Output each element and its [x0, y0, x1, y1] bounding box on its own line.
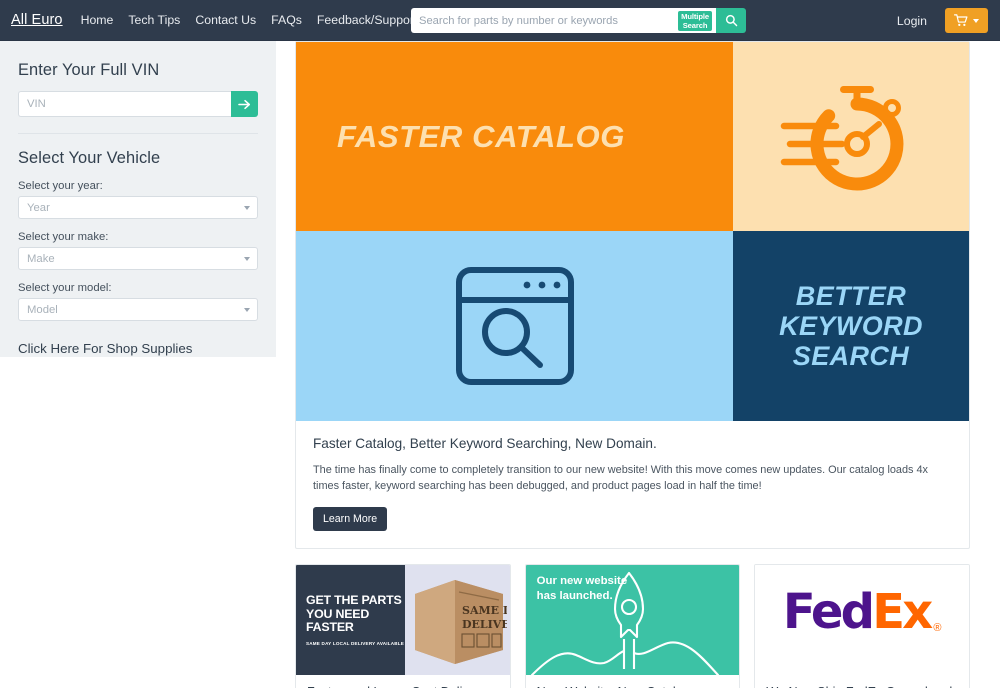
nav-item-contact-us[interactable]: Contact Us	[195, 13, 256, 27]
news-card-grid: GET THE PARTS YOU NEED FASTER SAME DAY L…	[295, 564, 970, 688]
featured-announcement-card: FASTER CATALOG BETTER KEYWORD SEARCH Fas…	[295, 41, 970, 549]
cart-button[interactable]	[945, 8, 988, 33]
model-select[interactable]: Model	[18, 298, 258, 321]
fedex-logo: FedEx ®	[783, 588, 942, 636]
chevron-down-icon	[973, 18, 979, 23]
year-select-value: Year	[27, 201, 50, 214]
login-link[interactable]: Login	[897, 14, 927, 28]
fedex-logo-ex: Ex	[872, 584, 933, 640]
hero-panel-faster-catalog: FASTER CATALOG	[296, 42, 733, 231]
chevron-down-icon	[244, 257, 250, 261]
hero-panel-stopwatch	[733, 42, 969, 231]
box-text-line2: DELIVERY	[462, 618, 507, 631]
chevron-down-icon	[244, 206, 250, 210]
hero-navy-line2: KEYWORD	[779, 311, 923, 341]
top-navbar: All Euro Home Tech Tips Contact Us FAQs …	[0, 0, 1000, 41]
delivery-box-photo: SAME DAY DELIVERY	[404, 565, 510, 675]
browser-search-icon	[455, 267, 574, 385]
box-text-line1: SAME DAY	[462, 604, 507, 617]
year-select[interactable]: Year	[18, 196, 258, 219]
rocket-launch-icon	[530, 571, 719, 675]
make-label: Select your make:	[18, 231, 109, 243]
hero-banner[interactable]: FASTER CATALOG BETTER KEYWORD SEARCH	[296, 42, 969, 421]
card-image-fedex: FedEx ®	[755, 565, 969, 675]
card-fedex[interactable]: FedEx® We Now Ship FedEx Ground and	[754, 564, 970, 688]
card-image-faster-delivery: GET THE PARTS YOU NEED FASTER SAME DAY L…	[296, 565, 510, 675]
search-button[interactable]	[716, 8, 746, 33]
navbar-right: Login	[897, 0, 988, 41]
card-body-fedex: We Now Ship FedEx Ground and	[755, 675, 969, 688]
chevron-down-icon	[244, 308, 250, 312]
announcement-body: The time has finally come to completely …	[313, 464, 929, 492]
make-select[interactable]: Make	[18, 247, 258, 270]
shop-supplies-link[interactable]: Click Here For Shop Supplies	[18, 341, 258, 356]
vin-heading: Enter Your Full VIN	[18, 61, 160, 79]
page-body: Enter Your Full VIN Select Your Vehicle …	[0, 41, 1000, 688]
multiple-search-line2: Search	[682, 20, 708, 30]
hero-panel-better-keyword-search: BETTER KEYWORD SEARCH	[733, 231, 969, 421]
card-faster-delivery[interactable]: GET THE PARTS YOU NEED FASTER SAME DAY L…	[295, 564, 511, 688]
model-select-value: Model	[27, 303, 58, 316]
learn-more-button[interactable]: Learn More	[313, 507, 388, 531]
search-input[interactable]	[411, 8, 716, 33]
delivery-promo-subtext: SAME DAY LOCAL DELIVERY AVAILABLE	[306, 640, 405, 646]
vehicle-selector-sidebar: Enter Your Full VIN Select Your Vehicle …	[0, 41, 276, 357]
vin-submit-button[interactable]	[231, 91, 258, 117]
card-image-new-website: Our new website has launched.	[525, 565, 740, 675]
search-field: Multiple Search	[411, 8, 716, 33]
hero-navy-line3: SEARCH	[792, 341, 910, 371]
sidebar-column: Enter Your Full VIN Select Your Vehicle …	[0, 41, 276, 688]
make-select-value: Make	[27, 252, 55, 265]
hero-faster-catalog-text: FASTER CATALOG	[337, 118, 625, 154]
sidebar-divider	[18, 133, 258, 134]
multiple-search-badge[interactable]: Multiple Search	[678, 10, 712, 31]
stopwatch-icon	[780, 85, 904, 190]
nav-item-tech-tips[interactable]: Tech Tips	[128, 13, 180, 27]
delivery-promo-line2: YOU NEED FASTER	[306, 606, 370, 635]
announcement-article: Faster Catalog, Better Keyword Searching…	[296, 421, 969, 548]
cardboard-box-icon: SAME DAY DELIVERY	[415, 580, 507, 664]
hero-panel-browser-search	[296, 231, 733, 421]
card-new-website[interactable]: Our new website has launched. New Websit…	[524, 564, 741, 688]
search-icon	[725, 14, 737, 27]
fedex-logo-fed: Fed	[782, 584, 875, 640]
arrow-right-icon	[238, 99, 251, 109]
year-label: Select your year:	[18, 180, 103, 192]
announcement-title: Faster Catalog, Better Keyword Searching…	[313, 436, 657, 451]
nav-item-faqs[interactable]: FAQs	[271, 13, 302, 27]
main-nav: Home Tech Tips Contact Us FAQs Feedback/…	[81, 13, 418, 27]
search-bar: Multiple Search	[411, 8, 746, 33]
hero-navy-line1: BETTER	[795, 281, 907, 311]
main-content: FASTER CATALOG BETTER KEYWORD SEARCH Fas…	[276, 41, 1000, 688]
delivery-promo-line1: GET THE PARTS	[306, 593, 402, 608]
card-body-faster-delivery: Faster, and Lower Cost Delivery Now Avai…	[296, 675, 510, 688]
registered-trademark-icon: ®	[933, 622, 942, 634]
shopping-cart-icon	[954, 14, 968, 26]
card-body-new-website: New Website, New Catalog, Same Great Pri…	[526, 675, 740, 688]
delivery-promo-text-panel: GET THE PARTS YOU NEED FASTER SAME DAY L…	[296, 565, 405, 675]
multiple-search-line1: Multiple	[681, 11, 709, 21]
vin-entry-row	[18, 91, 258, 117]
nav-item-feedback-support[interactable]: Feedback/Support	[317, 13, 418, 27]
vin-input[interactable]	[18, 91, 231, 117]
brand-logo[interactable]: All Euro	[11, 12, 63, 28]
nav-item-home[interactable]: Home	[81, 13, 114, 27]
vehicle-heading: Select Your Vehicle	[18, 149, 161, 167]
model-label: Select your model:	[18, 282, 112, 294]
